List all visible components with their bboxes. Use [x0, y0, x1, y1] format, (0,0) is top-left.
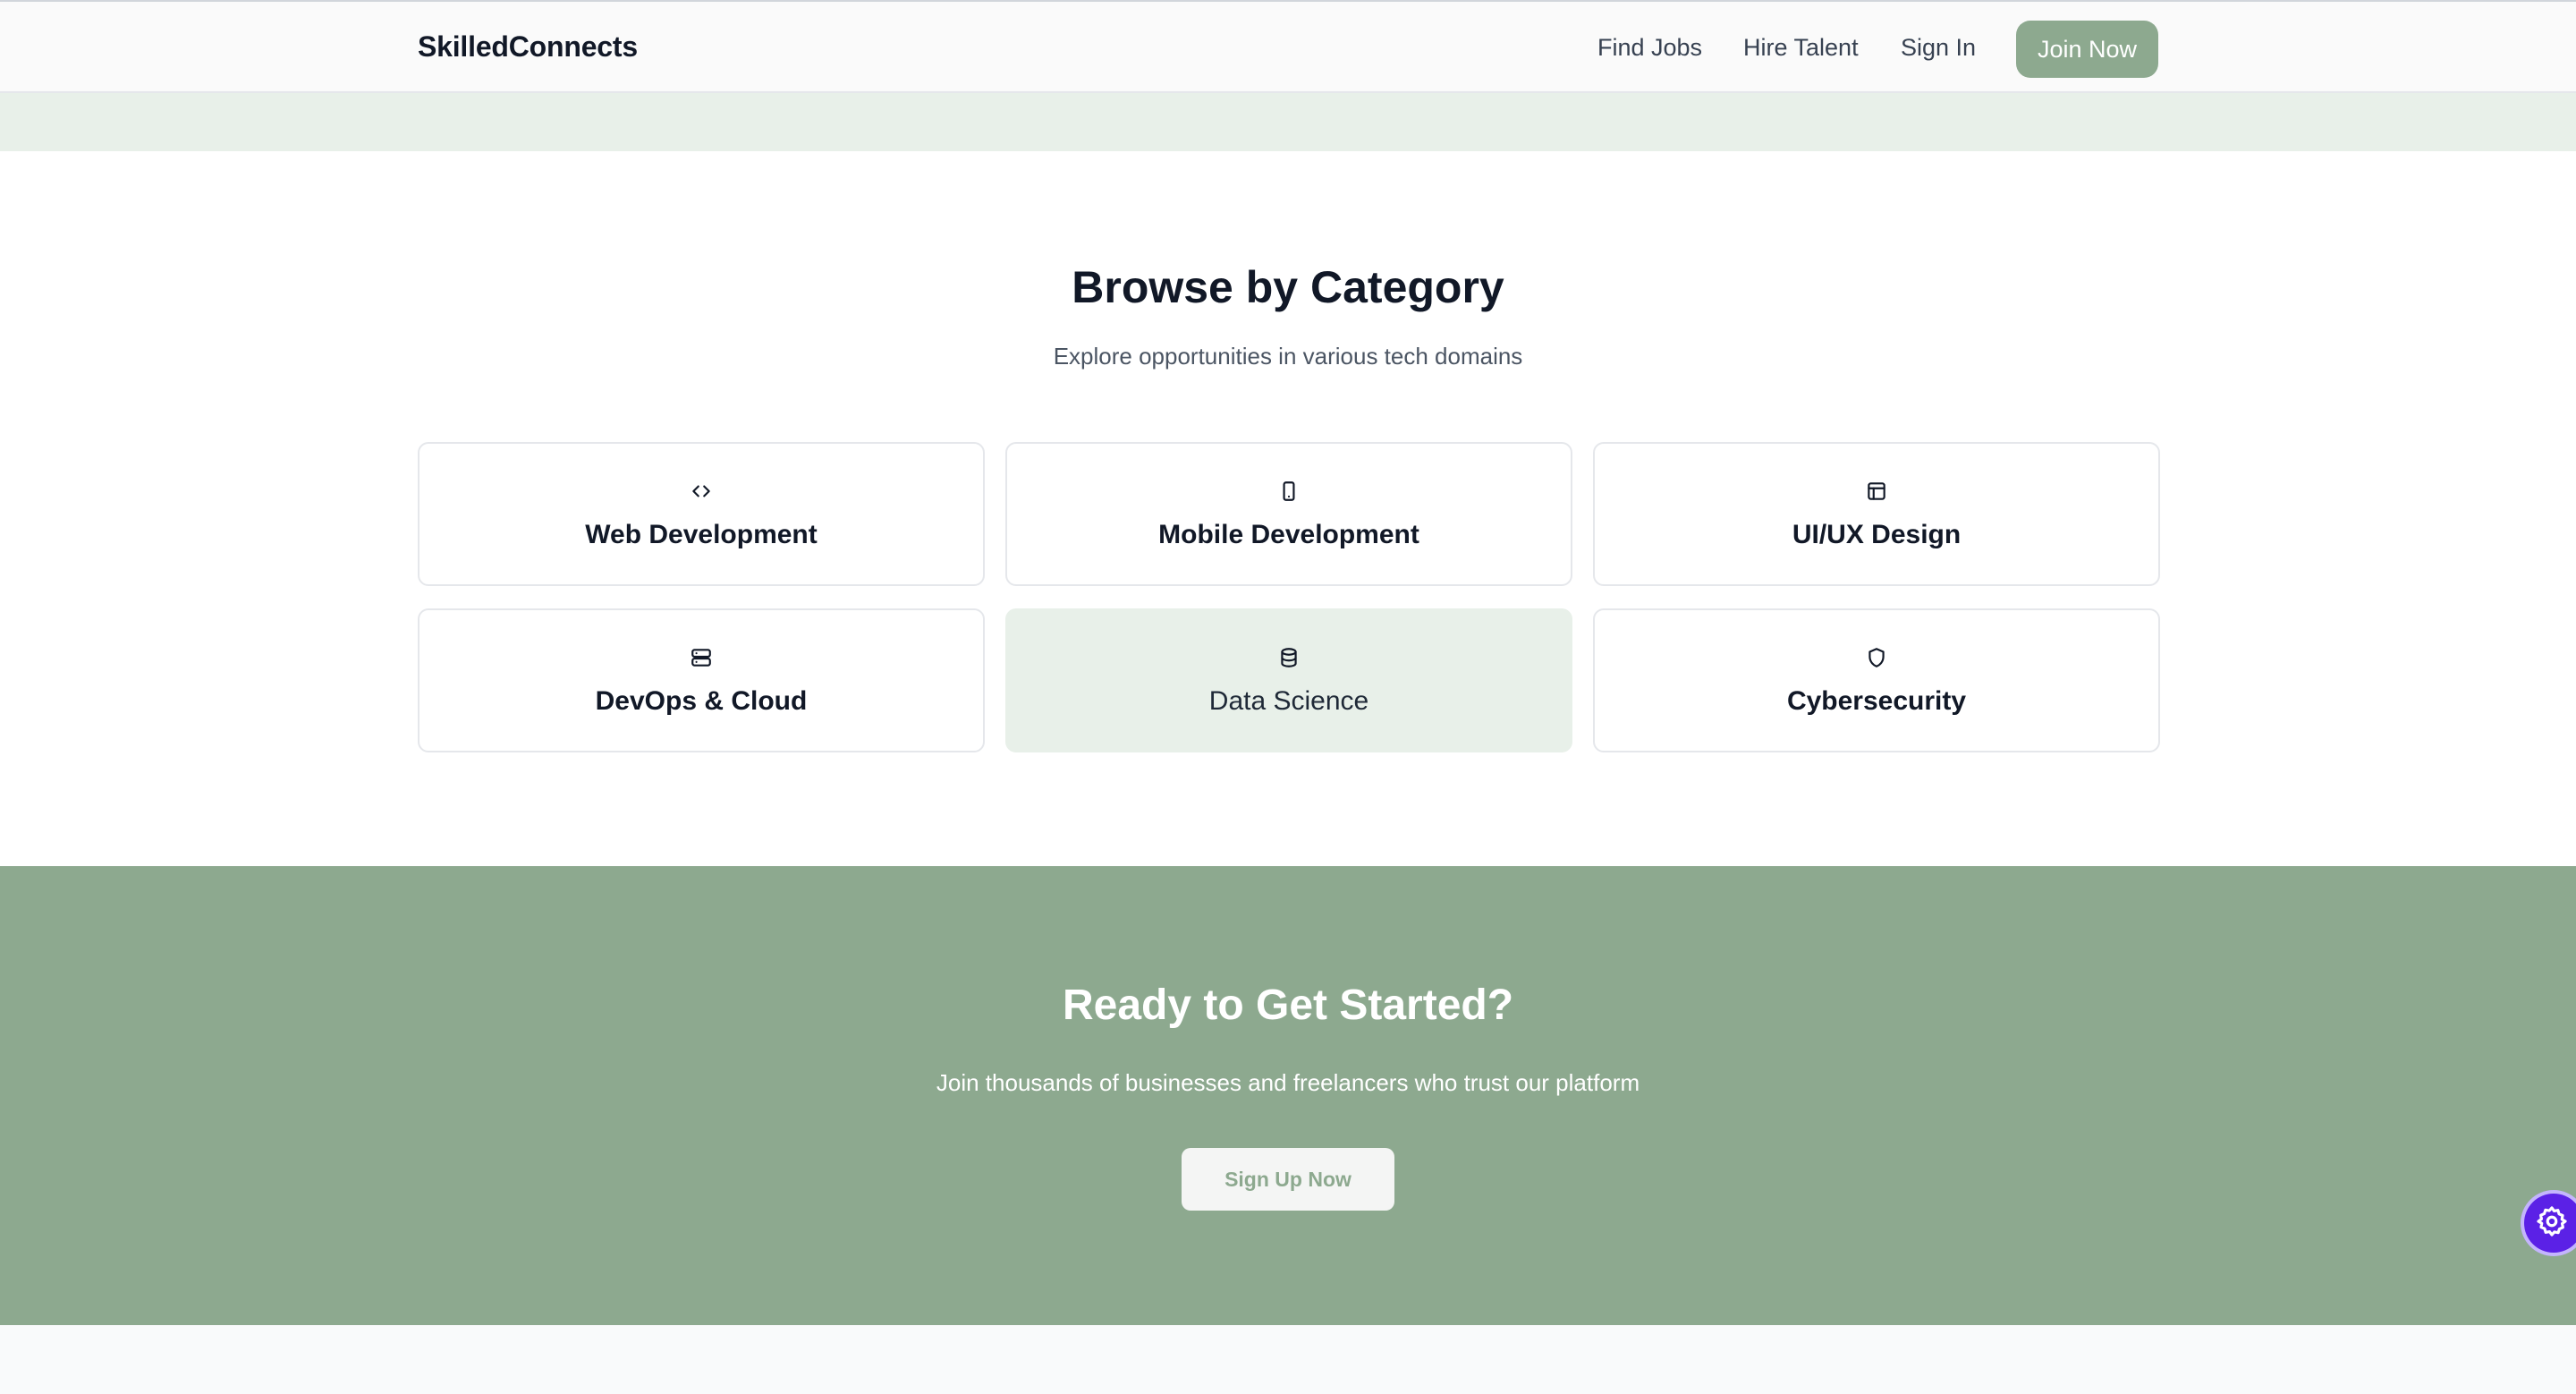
category-card-web-development[interactable]: Web Development — [418, 442, 985, 586]
category-title: Browse by Category — [1072, 262, 1504, 312]
layout-icon — [1595, 480, 2158, 503]
category-card-data-science[interactable]: Data Science — [1005, 608, 1572, 752]
category-label: Mobile Development — [1158, 520, 1419, 549]
cta-subtitle: Join thousands of businesses and freelan… — [936, 1069, 1640, 1096]
page: SkilledConnects Find Jobs Hire Talent Si… — [0, 0, 2576, 1394]
gear-icon — [2535, 1204, 2569, 1243]
nav-sign-in[interactable]: Sign In — [1901, 34, 1976, 62]
nav-find-jobs[interactable]: Find Jobs — [1597, 34, 1702, 62]
brand-logo[interactable]: SkilledConnects — [418, 30, 638, 64]
nav-hire-talent[interactable]: Hire Talent — [1743, 34, 1859, 62]
site-header: SkilledConnects Find Jobs Hire Talent Si… — [0, 0, 2576, 93]
category-card-mobile-development[interactable]: Mobile Development — [1005, 442, 1572, 586]
category-card-devops-cloud[interactable]: DevOps & Cloud — [418, 608, 985, 752]
category-card-ui-ux-design[interactable]: UI/UX Design — [1593, 442, 2160, 586]
hero-strip — [0, 93, 2576, 151]
category-subtitle: Explore opportunities in various tech do… — [1053, 343, 1523, 370]
category-label: UI/UX Design — [1792, 520, 1962, 549]
category-card-cybersecurity[interactable]: Cybersecurity — [1593, 608, 2160, 752]
code-icon — [419, 480, 983, 503]
sign-up-now-button[interactable]: Sign Up Now — [1182, 1148, 1394, 1211]
smartphone-icon — [1007, 480, 1571, 503]
join-now-button[interactable]: Join Now — [2016, 21, 2158, 78]
database-icon — [1007, 646, 1571, 669]
category-label: Data Science — [1208, 686, 1369, 716]
footer-strip — [0, 1325, 2576, 1394]
cta-title: Ready to Get Started? — [1062, 982, 1514, 1029]
category-label: Cybersecurity — [1786, 686, 1967, 716]
category-label: Web Development — [585, 520, 818, 549]
category-label: DevOps & Cloud — [595, 686, 808, 716]
server-icon — [419, 646, 983, 669]
settings-floating-button[interactable] — [2524, 1194, 2576, 1253]
shield-icon — [1595, 646, 2158, 669]
